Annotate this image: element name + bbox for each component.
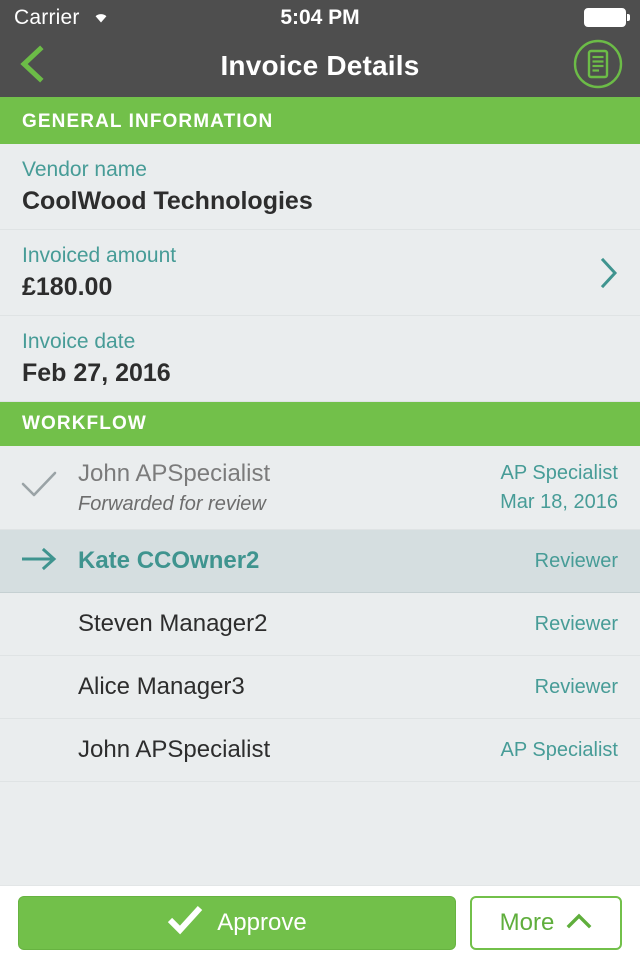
check-icon (167, 905, 203, 942)
workflow-row-meta: Reviewer (535, 675, 618, 700)
workflow-row[interactable]: John APSpecialist AP Specialist (0, 719, 640, 782)
action-bar: Approve More (0, 885, 640, 960)
workflow-row-role: AP Specialist (500, 738, 618, 761)
workflow-row-main: John APSpecialist (78, 735, 501, 765)
invoice-document-button[interactable] (572, 38, 624, 95)
chevron-left-icon (17, 44, 47, 89)
info-value: CoolWood Technologies (22, 187, 313, 215)
workflow-row-meta: Reviewer (535, 612, 618, 637)
info-label: Invoice date (22, 330, 136, 353)
workflow-row[interactable]: John APSpecialist Forwarded for review A… (0, 446, 640, 530)
wifi-icon (89, 6, 113, 29)
workflow-row[interactable]: Steven Manager2 Reviewer (0, 593, 640, 656)
more-button-label: More (499, 909, 555, 936)
back-button[interactable] (0, 34, 64, 99)
workflow-row-main: Steven Manager2 (78, 609, 535, 639)
workflow-row-role: AP Specialist (500, 461, 618, 484)
workflow-row[interactable]: Alice Manager3 Reviewer (0, 656, 640, 719)
workflow-row-name: Kate CCOwner2 (78, 547, 260, 574)
info-row-vendor-name[interactable]: Vendor name CoolWood Technologies (0, 144, 640, 230)
workflow-row-role: Reviewer (534, 675, 618, 698)
workflow-status-icon (20, 546, 78, 577)
workflow-row-name: John APSpecialist (78, 459, 271, 487)
info-label: Invoiced amount (22, 244, 177, 267)
workflow-row-name: Steven Manager2 (78, 610, 268, 637)
info-label: Vendor name (22, 158, 147, 181)
carrier-label: Carrier (14, 5, 80, 29)
more-button[interactable]: More (470, 896, 622, 950)
chevron-up-icon (566, 909, 592, 937)
battery-full-icon (584, 8, 630, 27)
workflow-row-name: John APSpecialist (78, 736, 271, 763)
info-value: £180.00 (22, 273, 113, 301)
approve-button-label: Approve (217, 909, 307, 936)
workflow-row-meta: AP Specialist Mar 18, 2016 (500, 461, 618, 515)
approve-button[interactable]: Approve (18, 896, 456, 950)
status-bar-right (584, 8, 630, 27)
workflow-row-current[interactable]: Kate CCOwner2 Reviewer (0, 530, 640, 593)
status-bar: Carrier 5:04 PM (0, 0, 640, 35)
page-title: Invoice Details (220, 50, 420, 81)
status-bar-left: Carrier (14, 6, 113, 30)
workflow-row-main: John APSpecialist Forwarded for review (78, 459, 500, 517)
document-circle-icon (572, 38, 624, 95)
workflow-row-date: Mar 18, 2016 (500, 490, 618, 513)
section-header-general-information: GENERAL INFORMATION (0, 100, 640, 144)
section-header-workflow: WORKFLOW (0, 402, 640, 446)
workflow-row-meta: Reviewer (535, 549, 618, 574)
arrow-right-icon (20, 546, 60, 577)
workflow-row-main: Alice Manager3 (78, 672, 535, 702)
info-value: Feb 27, 2016 (22, 359, 171, 387)
workflow-row-role: Reviewer (534, 549, 618, 572)
info-row-invoiced-amount[interactable]: Invoiced amount £180.00 (0, 230, 640, 316)
workflow-status-icon (20, 470, 78, 505)
workflow-row-role: Reviewer (534, 612, 618, 635)
workflow-row-main: Kate CCOwner2 (78, 546, 535, 576)
workflow-row-name: Alice Manager3 (78, 673, 245, 700)
navigation-bar: Invoice Details (0, 35, 640, 100)
workflow-row-meta: AP Specialist (501, 738, 618, 763)
workflow-row-subtitle: Forwarded for review (78, 492, 266, 515)
invoice-details-screen: Carrier 5:04 PM Invoice Details GENERAL … (0, 0, 640, 960)
check-icon (20, 470, 58, 505)
chevron-right-icon[interactable] (598, 256, 620, 290)
details-content: GENERAL INFORMATION Vendor name CoolWood… (0, 100, 640, 885)
info-row-invoice-date[interactable]: Invoice date Feb 27, 2016 (0, 316, 640, 402)
